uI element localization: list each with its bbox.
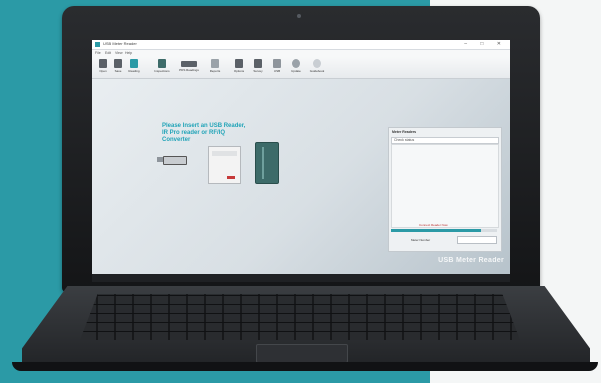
rf-converter-image <box>255 142 279 184</box>
laptop-screen: USB Meter Reader – □ ✕ File Edit View He… <box>92 40 510 274</box>
toolbar: Open Save Reading Inspections PDS Readin… <box>92 57 510 79</box>
toolbar-guidebook-label: Guidebook <box>309 69 325 73</box>
insert-reader-prompt: Please Insert an USB Reader, IR Pro read… <box>162 123 246 143</box>
usb-reader-image <box>163 156 187 165</box>
toolbar-reports-label: Reports <box>209 69 221 73</box>
play-icon <box>130 59 138 68</box>
laptop-base-edge <box>12 362 598 371</box>
battery-icon <box>158 59 166 68</box>
window-title: USB Meter Reader <box>103 41 137 46</box>
panel-status-row[interactable]: Check status <box>391 137 499 144</box>
ir-reader-image <box>208 146 241 184</box>
window-controls[interactable]: – □ ✕ <box>464 41 507 47</box>
toolbar-usb-label: USB <box>273 69 281 73</box>
toolbar-pds-button[interactable]: PDS Readings <box>178 59 200 72</box>
toolbar-survey-button[interactable]: Survey <box>249 59 267 73</box>
globe-icon <box>313 59 321 68</box>
save-icon <box>114 59 122 68</box>
update-icon <box>292 59 300 68</box>
menu-help[interactable]: Help <box>125 51 132 55</box>
menu-edit[interactable]: Edit <box>105 51 111 55</box>
panel-header: Meter Readers <box>392 130 417 134</box>
toolbar-usb-button[interactable]: USB <box>268 59 286 73</box>
toolbar-inspections-button[interactable]: Inspections <box>153 59 171 73</box>
toolbar-update-button[interactable]: Update <box>287 59 305 73</box>
survey-icon <box>254 59 262 68</box>
meter-number-label: Meter Number <box>411 238 431 242</box>
toolbar-reports-button[interactable]: Reports <box>206 59 224 73</box>
toolbar-reading-button[interactable]: Reading <box>125 59 143 73</box>
meter-number-select[interactable] <box>457 236 497 244</box>
title-bar: USB Meter Reader – □ ✕ <box>92 40 510 50</box>
connect-reader-link[interactable]: Connect Reader Now <box>419 223 448 227</box>
menu-file[interactable]: File <box>95 51 101 55</box>
toolbar-update-label: Update <box>291 69 301 73</box>
report-icon <box>211 59 219 68</box>
app-logo-icon <box>95 42 100 47</box>
toolbar-pds-label: PDS Readings <box>179 68 199 72</box>
webcam <box>297 14 301 18</box>
panel-reader-list[interactable] <box>391 144 499 228</box>
brand-watermark: USB Meter Reader <box>438 257 504 264</box>
main-canvas: Please Insert an USB Reader, IR Pro read… <box>92 79 510 274</box>
meter-readers-panel: Meter Readers Check status Connect Reade… <box>388 127 502 252</box>
touchpad <box>256 344 348 363</box>
usb-icon <box>273 59 281 68</box>
converter-stripe <box>262 147 264 179</box>
toolbar-guidebook-button[interactable]: Guidebook <box>308 59 326 73</box>
toolbar-inspections-label: Inspections <box>154 69 170 73</box>
reader-label-strip <box>212 151 237 156</box>
reader-led <box>227 176 235 179</box>
toolbar-options-button[interactable]: Options <box>230 59 248 73</box>
keyboard-rows <box>80 294 520 340</box>
folder-icon <box>99 59 107 68</box>
options-icon <box>235 59 243 68</box>
toolbar-reading-label: Reading <box>128 69 140 73</box>
toolbar-options-label: Options <box>233 69 245 73</box>
screen-bottom-bezel <box>92 274 510 282</box>
panel-progress-fill <box>391 229 482 232</box>
toolbar-survey-label: Survey <box>253 69 263 73</box>
menu-bar: File Edit View Help <box>92 50 510 57</box>
menu-view[interactable]: View <box>115 51 123 55</box>
device-icon <box>181 61 197 67</box>
panel-status-text: Check status <box>394 138 415 142</box>
panel-progress-bar <box>391 229 497 232</box>
